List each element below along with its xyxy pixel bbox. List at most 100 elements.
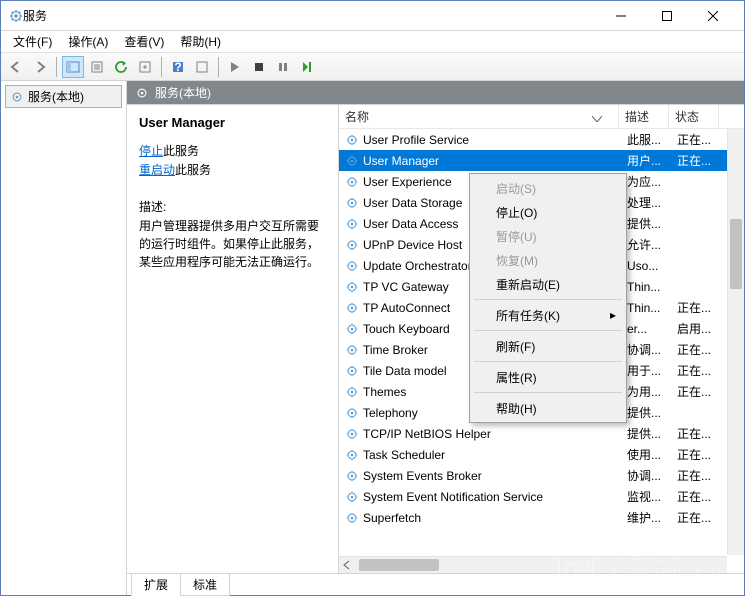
gear-icon xyxy=(345,427,359,441)
menu-view[interactable]: 查看(V) xyxy=(116,31,172,52)
gear-icon xyxy=(10,90,24,104)
ctx-start: 启动(S) xyxy=(472,176,624,200)
details-pane: User Manager 停止此服务 重启动此服务 描述: 用户管理器提供多用户… xyxy=(127,105,339,573)
horizontal-scrollbar[interactable] xyxy=(339,556,727,573)
service-name: Superfetch xyxy=(363,511,627,525)
menu-help[interactable]: 帮助(H) xyxy=(172,31,229,52)
gear-icon xyxy=(345,133,359,147)
maximize-button[interactable] xyxy=(644,2,690,30)
play-button[interactable] xyxy=(224,56,246,78)
ctx-restart[interactable]: 重新启动(E) xyxy=(472,272,624,296)
tree-root-item[interactable]: 服务(本地) xyxy=(5,85,122,108)
service-desc: 提供... xyxy=(627,215,677,232)
service-desc: 用户... xyxy=(627,152,677,169)
sort-indicator-icon xyxy=(592,111,602,125)
service-desc: 为应... xyxy=(627,173,677,190)
service-desc: 使用... xyxy=(627,446,677,463)
service-row[interactable]: Task Scheduler使用...正在... xyxy=(339,444,744,465)
gear-icon xyxy=(345,175,359,189)
service-row[interactable]: System Event Notification Service监视...正在… xyxy=(339,486,744,507)
desc-label: 描述: xyxy=(139,198,326,215)
menu-file[interactable]: 文件(F) xyxy=(5,31,60,52)
svg-text:?: ? xyxy=(174,60,181,74)
ctx-stop[interactable]: 停止(O) xyxy=(472,200,624,224)
toolbar: ? xyxy=(1,53,744,81)
service-desc: 用于... xyxy=(627,362,677,379)
gear-icon xyxy=(345,343,359,357)
export-button[interactable] xyxy=(134,56,156,78)
service-row[interactable]: User Profile Service此服...正在... xyxy=(339,129,744,150)
service-name: User Manager xyxy=(363,154,627,168)
service-desc: 允许... xyxy=(627,236,677,253)
stop-button[interactable] xyxy=(248,56,270,78)
service-status: 正在... xyxy=(677,299,727,316)
gear-icon xyxy=(345,448,359,462)
gear-icon xyxy=(345,259,359,273)
tab-extended[interactable]: 扩展 xyxy=(131,574,181,596)
gear-icon xyxy=(345,196,359,210)
gear-icon xyxy=(345,385,359,399)
help-button[interactable]: ? xyxy=(167,56,189,78)
service-row[interactable]: User Manager用户...正在... xyxy=(339,150,744,171)
service-status: 正在... xyxy=(677,131,727,148)
service-status: 正在... xyxy=(677,152,727,169)
vertical-scrollbar[interactable] xyxy=(727,129,744,555)
restart-button[interactable] xyxy=(296,56,318,78)
service-row[interactable]: System Events Broker协调...正在... xyxy=(339,465,744,486)
service-desc: 提供... xyxy=(627,404,677,421)
list-button[interactable] xyxy=(191,56,213,78)
service-row[interactable]: Superfetch维护...正在... xyxy=(339,507,744,528)
service-desc: Uso... xyxy=(627,259,677,273)
service-status: 正在... xyxy=(677,488,727,505)
stop-suffix: 此服务 xyxy=(163,144,199,158)
nav-back-button[interactable] xyxy=(5,56,27,78)
menu-bar: 文件(F) 操作(A) 查看(V) 帮助(H) xyxy=(1,31,744,53)
refresh-button[interactable] xyxy=(110,56,132,78)
ctx-refresh[interactable]: 刷新(F) xyxy=(472,334,624,358)
stop-link[interactable]: 停止 xyxy=(139,144,163,158)
col-status[interactable]: 状态 xyxy=(669,105,719,128)
close-button[interactable] xyxy=(690,2,736,30)
service-status: 启用... xyxy=(677,320,727,337)
title-bar: 服务 xyxy=(1,1,744,31)
service-status: 正在... xyxy=(677,425,727,442)
ctx-pause: 暂停(U) xyxy=(472,224,624,248)
properties-button[interactable] xyxy=(86,56,108,78)
tree-root-label: 服务(本地) xyxy=(28,88,84,105)
context-menu: 启动(S) 停止(O) 暂停(U) 恢复(M) 重新启动(E) 所有任务(K)▸… xyxy=(469,173,627,423)
minimize-button[interactable] xyxy=(598,2,644,30)
ctx-resume: 恢复(M) xyxy=(472,248,624,272)
service-desc: 提供... xyxy=(627,425,677,442)
gear-icon xyxy=(345,238,359,252)
tabs: 扩展 标准 xyxy=(127,573,744,595)
pause-button[interactable] xyxy=(272,56,294,78)
gear-icon xyxy=(345,322,359,336)
service-desc: Thin... xyxy=(627,280,677,294)
app-icon xyxy=(9,9,23,23)
gear-icon xyxy=(345,280,359,294)
col-desc[interactable]: 描述 xyxy=(619,105,669,128)
gear-icon xyxy=(345,364,359,378)
gear-icon xyxy=(345,511,359,525)
nav-forward-button[interactable] xyxy=(29,56,51,78)
restart-link[interactable]: 重启动 xyxy=(139,163,175,177)
menu-action[interactable]: 操作(A) xyxy=(60,31,116,52)
service-row[interactable]: TCP/IP NetBIOS Helper提供...正在... xyxy=(339,423,744,444)
service-desc: Thin... xyxy=(627,301,677,315)
service-name: System Events Broker xyxy=(363,469,627,483)
toggle-pane-button[interactable] xyxy=(62,56,84,78)
service-desc: 协调... xyxy=(627,467,677,484)
ctx-properties[interactable]: 属性(R) xyxy=(472,365,624,389)
col-name[interactable]: 名称 xyxy=(339,105,619,128)
tab-standard[interactable]: 标准 xyxy=(180,574,230,596)
gear-icon xyxy=(345,490,359,504)
panel-header-label: 服务(本地) xyxy=(155,84,211,101)
service-desc: 此服... xyxy=(627,131,677,148)
ctx-help[interactable]: 帮助(H) xyxy=(472,396,624,420)
service-status: 正在... xyxy=(677,383,727,400)
ctx-all-tasks[interactable]: 所有任务(K)▸ xyxy=(472,303,624,327)
panel-header: 服务(本地) xyxy=(127,81,744,105)
gear-icon xyxy=(135,86,149,100)
gear-icon xyxy=(345,469,359,483)
details-title: User Manager xyxy=(139,115,326,130)
